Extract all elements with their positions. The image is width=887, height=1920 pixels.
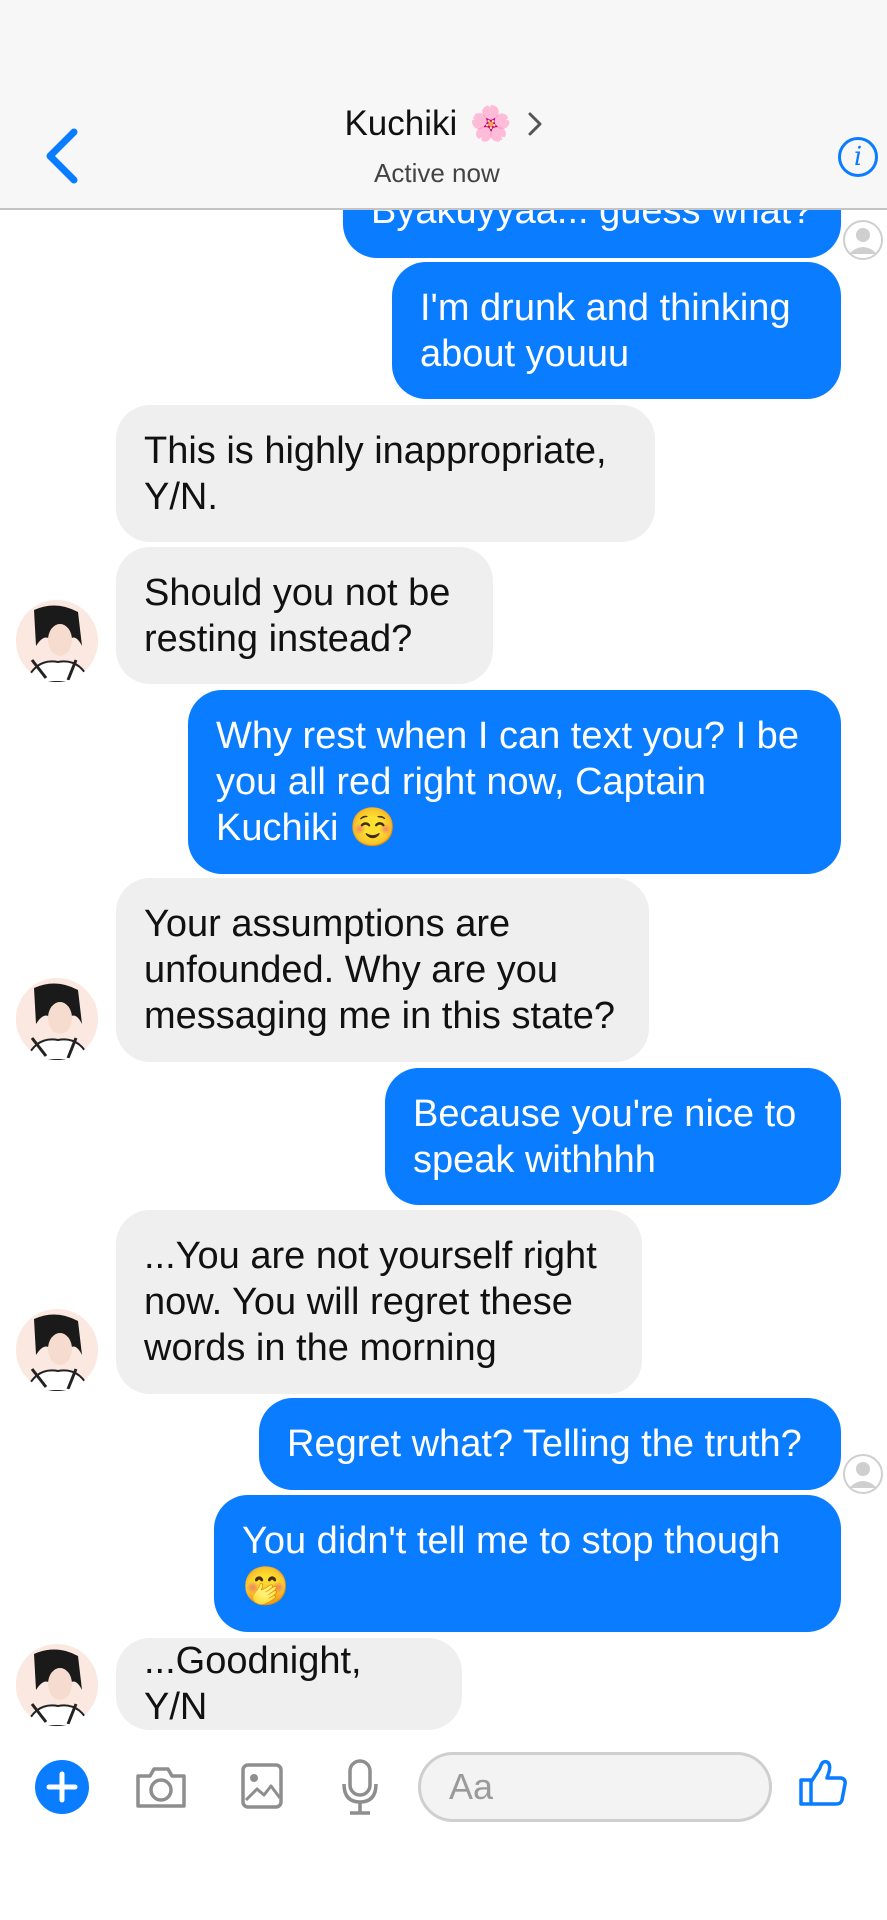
plus-icon <box>46 1771 78 1803</box>
voice-button[interactable] <box>340 1758 380 1821</box>
contact-avatar[interactable] <box>16 978 98 1060</box>
contact-title[interactable]: Kuchiki 🌸 <box>0 104 887 144</box>
message-bubble-incoming[interactable]: ...Goodnight, Y/N <box>116 1638 462 1730</box>
cherry-blossom-emoji: 🌸 <box>469 105 513 143</box>
message-text: Regret what? Telling the truth? <box>287 1423 802 1465</box>
like-button[interactable] <box>798 1758 848 1813</box>
message-text: This is highly inappropriate, Y/N. <box>144 429 607 518</box>
message-bubble-outgoing[interactable]: You didn't tell me to stop though 🤭 <box>214 1495 841 1632</box>
message-text: You didn't tell me to stop though 🤭 <box>242 1519 781 1608</box>
microphone-icon <box>342 1759 378 1815</box>
contact-avatar[interactable] <box>16 1644 98 1726</box>
message-text: ...Goodnight, Y/N <box>144 1640 362 1728</box>
message-bubble-incoming[interactable]: This is highly inappropriate, Y/N. <box>116 405 655 542</box>
message-text: Should you not be resting instead? <box>144 571 451 660</box>
message-bubble-incoming[interactable]: Should you not be resting instead? <box>116 547 493 684</box>
contact-avatar[interactable] <box>16 600 98 682</box>
gallery-button[interactable] <box>240 1762 284 1815</box>
message-text: I'm drunk and thinking about youuu <box>420 286 791 375</box>
image-icon <box>241 1763 283 1809</box>
message-input[interactable] <box>418 1752 772 1822</box>
active-status: Active now <box>374 158 500 188</box>
message-text: Your assumptions are unfounded. Why are … <box>144 903 616 1037</box>
message-bubble-incoming[interactable]: ...You are not yourself right now. You w… <box>116 1210 642 1394</box>
composer-bar <box>0 1730 887 1840</box>
add-button[interactable] <box>35 1760 89 1814</box>
camera-icon <box>136 1767 186 1808</box>
info-button[interactable]: i <box>838 137 878 177</box>
thumbs-up-icon <box>799 1759 847 1806</box>
message-text: ...You are not yourself right now. You w… <box>144 1235 597 1369</box>
message-bubble-outgoing[interactable]: I'm drunk and thinking about youuu <box>392 262 841 399</box>
message-bubble-incoming[interactable]: Your assumptions are unfounded. Why are … <box>116 878 649 1062</box>
message-bubble-outgoing[interactable]: Regret what? Telling the truth? <box>259 1398 841 1490</box>
contact-avatar[interactable] <box>16 1309 98 1391</box>
chevron-right-icon <box>528 112 542 136</box>
message-bubble-outgoing[interactable]: Because you're nice to speak withhhh <box>385 1068 841 1205</box>
read-receipt-avatar <box>843 1454 883 1494</box>
message-text: Because you're nice to speak withhhh <box>413 1092 797 1181</box>
info-icon: i <box>853 142 863 172</box>
chat-header: Kuchiki 🌸 Active now i <box>0 0 887 210</box>
message-bubble-outgoing[interactable]: Why rest when I can text you? I be you a… <box>188 690 841 874</box>
camera-button[interactable] <box>134 1764 188 1815</box>
read-receipt-avatar <box>843 220 883 260</box>
contact-name: Kuchiki <box>344 104 458 143</box>
message-text: Why rest when I can text you? I be you a… <box>216 715 799 849</box>
